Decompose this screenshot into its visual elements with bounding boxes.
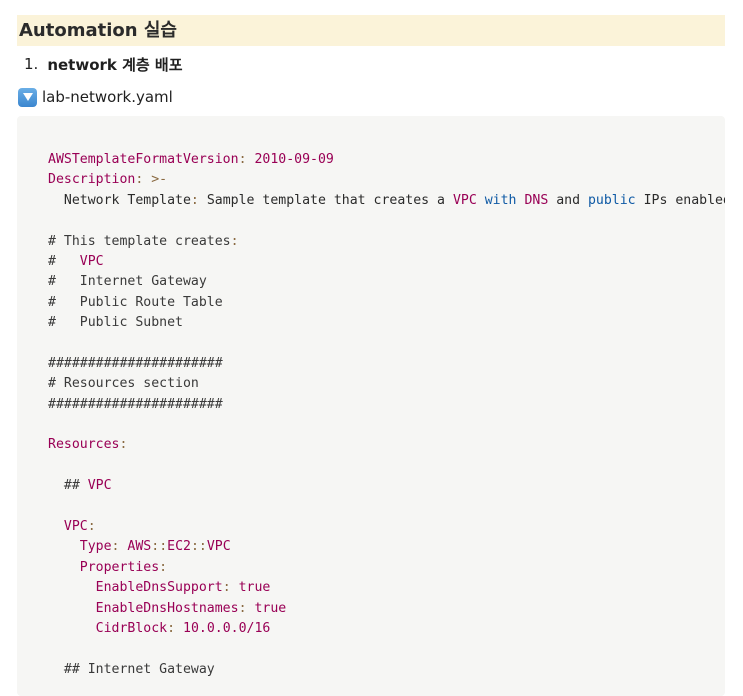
code-line: EnableDnsSupport: true xyxy=(48,578,725,598)
code-token: IPs enabled xyxy=(635,192,725,208)
code-token: CidrBlock xyxy=(95,620,168,636)
code-token: true xyxy=(254,600,287,616)
code-line: # VPC xyxy=(48,252,725,272)
code-token: : xyxy=(159,559,168,575)
code-token: >- xyxy=(151,172,168,188)
code-line: # Resources section xyxy=(48,374,725,394)
code-token: VPC xyxy=(79,253,104,269)
code-token: VPC xyxy=(63,519,88,535)
code-token: # Public Subnet xyxy=(48,315,183,331)
yaml-code: AWSTemplateFormatVersion: 2010-09-09 Desc… xyxy=(48,150,725,680)
code-line: EnableDnsHostnames: true xyxy=(48,599,725,619)
code-token: VPC xyxy=(206,539,231,555)
code-toggle[interactable]: lab-network.yaml xyxy=(18,86,173,108)
code-block: AWSTemplateFormatVersion: 2010-09-09 Desc… xyxy=(17,116,725,696)
code-line: CidrBlock: 10.0.0.0/16 xyxy=(48,619,725,639)
code-line: # Public Route Table xyxy=(48,293,725,313)
code-token: # This template creates xyxy=(48,233,231,249)
code-line: AWSTemplateFormatVersion: 2010-09-09 xyxy=(48,150,725,170)
code-token: : xyxy=(111,539,128,555)
code-token: EnableDnsSupport xyxy=(95,580,223,596)
code-token: Network Template xyxy=(48,192,191,208)
code-line: ###################### xyxy=(48,354,725,374)
code-token: : xyxy=(87,519,96,535)
code-token: # Public Route Table xyxy=(48,294,223,310)
list-number: 1. xyxy=(24,55,39,73)
code-token: true xyxy=(238,580,271,596)
code-line: Network Template: Sample template that c… xyxy=(48,191,725,211)
code-token: : xyxy=(119,437,128,453)
code-token: : xyxy=(190,192,199,208)
down-triangle-icon[interactable] xyxy=(18,87,37,107)
code-token: EnableDnsHostnames xyxy=(95,600,239,616)
toggle-label[interactable]: lab-network.yaml xyxy=(42,88,173,106)
code-token: 10.0.0.0/16 xyxy=(183,620,271,636)
code-token: ###################### xyxy=(48,355,223,371)
code-token: and xyxy=(548,192,588,208)
list-item-text: network 계층 배포 xyxy=(47,55,183,74)
code-token: AWSTemplateFormatVersion xyxy=(48,152,239,167)
code-token: AWS xyxy=(127,539,152,555)
code-token: Type xyxy=(79,539,112,555)
code-line: ###################### xyxy=(48,395,725,415)
code-line: # This template creates: xyxy=(48,232,725,252)
code-line: # Public Subnet xyxy=(48,313,725,333)
code-token: EC2 xyxy=(167,539,191,555)
code-token: VPC xyxy=(452,192,477,208)
numbered-list-item: 1. network 계층 배포 xyxy=(24,53,183,75)
code-line: # Internet Gateway xyxy=(48,272,725,292)
code-line: Properties: xyxy=(48,558,725,578)
page-heading: Automation 실습 xyxy=(17,15,725,46)
code-token: : xyxy=(167,620,183,636)
code-token: : xyxy=(135,172,152,188)
code-token: :: xyxy=(151,539,168,555)
code-token: # Internet Gateway xyxy=(48,274,207,290)
code-token: with xyxy=(484,192,517,208)
code-token: public xyxy=(587,192,636,208)
code-line: Description: >- xyxy=(48,170,725,190)
code-token: VPC xyxy=(87,478,112,494)
code-token: ###################### xyxy=(48,396,223,412)
code-line: Resources: xyxy=(48,435,725,455)
code-token: 2010-09-09 xyxy=(254,152,334,167)
code-token: : xyxy=(238,152,255,167)
code-token: # Resources section xyxy=(48,376,199,392)
code-token: :: xyxy=(190,539,207,555)
code-token: Sample template that creates a xyxy=(198,192,453,208)
code-line: Type: AWS::EC2::VPC xyxy=(48,537,725,557)
code-token: ## Internet Gateway xyxy=(48,661,215,677)
code-token: : xyxy=(230,233,239,249)
code-line: VPC: xyxy=(48,517,725,537)
code-line: ## VPC xyxy=(48,476,725,496)
code-token: DNS xyxy=(524,192,549,208)
code-line: ## Internet Gateway xyxy=(48,660,725,680)
code-token: Properties xyxy=(79,559,160,575)
code-token: : xyxy=(238,600,255,616)
code-token: Resources xyxy=(48,437,120,453)
code-token: : xyxy=(222,580,239,596)
code-token: Description xyxy=(48,172,136,188)
code-token: ## xyxy=(48,478,88,494)
code-token: # xyxy=(48,253,80,269)
